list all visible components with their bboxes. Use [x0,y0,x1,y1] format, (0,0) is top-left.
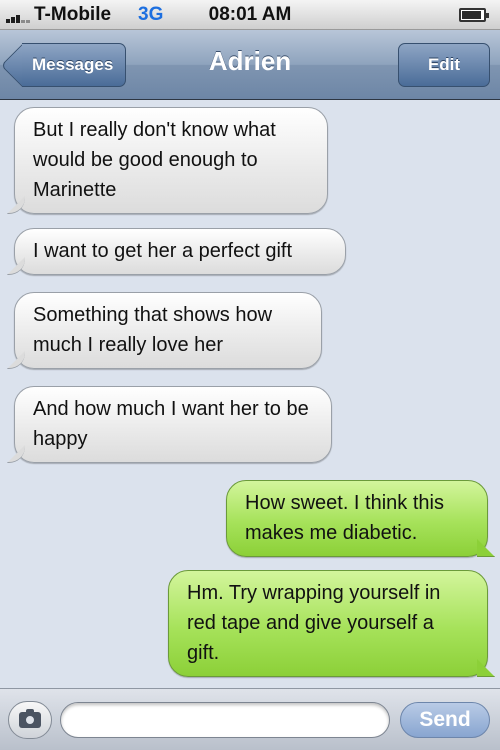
message-bubble-received: And how much I want her to be happy [7,386,332,463]
message-bubble-sent: Hm. Try wrapping yourself in red tape an… [168,570,495,677]
bubble-tail [7,196,25,214]
battery-icon [459,8,489,22]
message-text: How sweet. I think this makes me diabeti… [245,492,444,544]
camera-icon [19,709,41,728]
message-bubble-received: Something that shows how much I really l… [7,292,322,369]
message-text: Hm. Try wrapping yourself in red tape an… [187,582,441,664]
send-button[interactable]: Send [400,702,490,738]
navigation-bar: Messages Adrien Edit [0,30,500,100]
status-bar: T-Mobile 3G 08:01 AM [0,0,500,30]
edit-button[interactable]: Edit [398,43,490,87]
bubble-tail [7,351,25,369]
battery-level-fill [462,11,481,19]
message-bubble-sent: How sweet. I think this makes me diabeti… [226,480,495,557]
message-bubble-received: But I really don't know what would be go… [7,107,328,214]
message-text: I want to get her a perfect gift [33,240,293,262]
bubble-tail [477,659,495,677]
status-time: 08:01 AM [208,4,292,25]
bubble-tail [7,445,25,463]
message-text: Something that shows how much I really l… [33,304,273,356]
message-text: And how much I want her to be happy [33,398,309,450]
camera-button[interactable] [8,701,52,739]
message-thread[interactable]: But I really don't know what would be go… [0,101,500,687]
message-text: But I really don't know what would be go… [33,119,276,201]
message-input[interactable] [60,702,390,738]
bubble-tail [477,539,495,557]
message-bubble-received: I want to get her a perfect gift [7,228,346,275]
compose-bar: Send [0,688,500,750]
bubble-tail [7,257,25,275]
